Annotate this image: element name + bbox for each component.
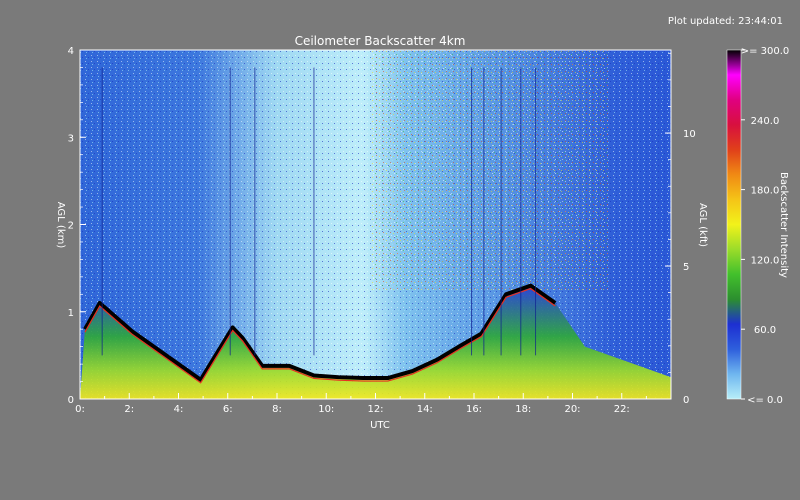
x-tick-label: 10: [318,404,334,415]
colorbar-tick-label: <= 0.0 [747,395,783,406]
y-tick-label-left: 4 [68,46,74,57]
y-tick-label-left: 3 [68,133,74,144]
noise-warm-region [370,50,610,290]
y-tick-label-right: 5 [683,262,689,273]
x-tick-label: 16: [466,404,482,415]
x-tick-label: 18: [515,404,531,415]
chart-title: Ceilometer Backscatter 4km [295,34,466,48]
x-tick-label: 8: [272,404,282,415]
x-tick-label: 14: [417,404,433,415]
y-tick-label-left: 1 [68,308,74,319]
y-axis-label-left: AGL (km) [55,202,66,249]
x-tick-label: 20: [564,404,580,415]
colorbar-label: Backscatter Intensity [778,172,789,278]
plot-area [80,50,671,399]
y-axis-label-right: AGL (kft) [697,203,708,247]
plot-updated-text: Plot updated: 23:44:01 [668,16,783,27]
ceilometer-chart: Plot updated: 23:44:01 Ceilometer Backsc… [55,16,790,431]
colorbar-tick-label: 180.0 [751,186,780,197]
y-tick-label-right: 0 [683,395,689,406]
y-tick-label-right: 10 [683,129,696,140]
x-tick-label: 22: [614,404,630,415]
x-tick-label: 6: [223,404,233,415]
colorbar-tick-label: 60.0 [754,325,776,336]
y-tick-label-left: 2 [68,221,74,232]
x-tick-label: 4: [174,404,184,415]
colorbar-tick-label: 240.0 [751,116,780,127]
colorbar [726,49,742,400]
y-tick-label-left: 0 [68,395,74,406]
x-tick-label: 12: [367,404,383,415]
colorbar-tick-label: 120.0 [751,255,780,266]
x-axis-label: UTC [370,420,390,431]
x-tick-label: 0: [75,404,85,415]
x-tick-label: 2: [124,404,134,415]
colorbar-tick-label: >= 300.0 [741,46,790,57]
